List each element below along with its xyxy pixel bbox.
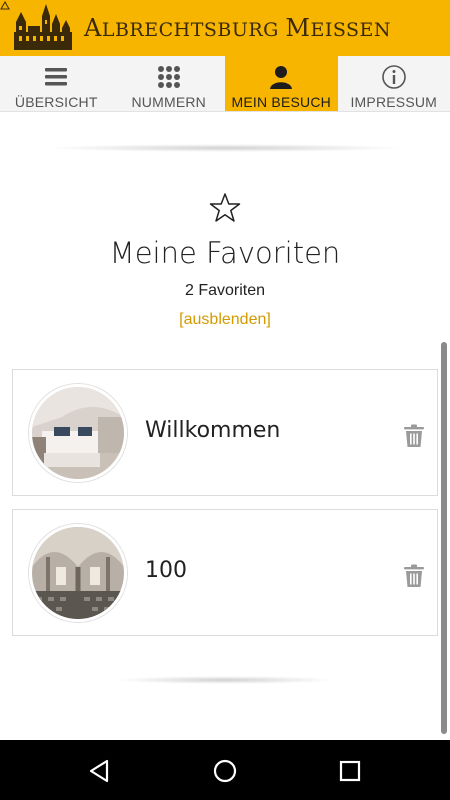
list-item[interactable]: 100 xyxy=(12,509,438,636)
app-header: ALBRECHTSBURG MEISSEN xyxy=(0,0,450,56)
menu-icon xyxy=(45,68,68,86)
home-icon[interactable] xyxy=(212,758,238,784)
tab-nummern[interactable]: NUMMERN xyxy=(113,56,226,111)
room-photo xyxy=(29,384,127,482)
divider-top xyxy=(45,144,405,152)
list-item[interactable]: Willkommen xyxy=(12,369,438,496)
hall-photo xyxy=(29,524,127,622)
favorites-title: Meine Favoriten xyxy=(109,236,341,270)
trash-icon[interactable] xyxy=(403,424,425,448)
tab-uebersicht[interactable]: ÜBERSICHT xyxy=(0,56,113,111)
info-icon xyxy=(381,65,406,89)
tab-label: IMPRESSUM xyxy=(350,94,438,110)
back-icon[interactable] xyxy=(87,758,113,784)
corner-mark-icon xyxy=(0,0,10,10)
star-icon xyxy=(209,193,241,222)
person-icon xyxy=(270,66,293,89)
list-item-label: 100 xyxy=(145,558,187,583)
recents-icon[interactable] xyxy=(337,758,363,784)
list-item-label: Willkommen xyxy=(145,418,281,443)
system-nav-bar xyxy=(0,740,450,800)
tab-bar: ÜBERSICHT NUMMERN MEIN BESUCH IMPRESSUM xyxy=(0,56,450,112)
hide-favorites-link[interactable]: [ausblenden] xyxy=(0,311,450,329)
tab-impressum[interactable]: IMPRESSUM xyxy=(338,56,450,111)
divider-bottom xyxy=(115,676,335,684)
tab-label: MEIN BESUCH xyxy=(231,94,331,110)
tab-label: ÜBERSICHT xyxy=(14,94,98,110)
tab-label: NUMMERN xyxy=(131,94,206,110)
tab-mein-besuch[interactable]: MEIN BESUCH xyxy=(225,56,338,111)
castle-icon xyxy=(14,4,72,50)
brand-title: ALBRECHTSBURG MEISSEN xyxy=(84,14,392,42)
trash-icon[interactable] xyxy=(403,564,425,588)
favorites-count: 2 Favoriten xyxy=(184,282,266,299)
scrollbar[interactable] xyxy=(441,342,447,734)
grid-icon xyxy=(157,66,180,88)
